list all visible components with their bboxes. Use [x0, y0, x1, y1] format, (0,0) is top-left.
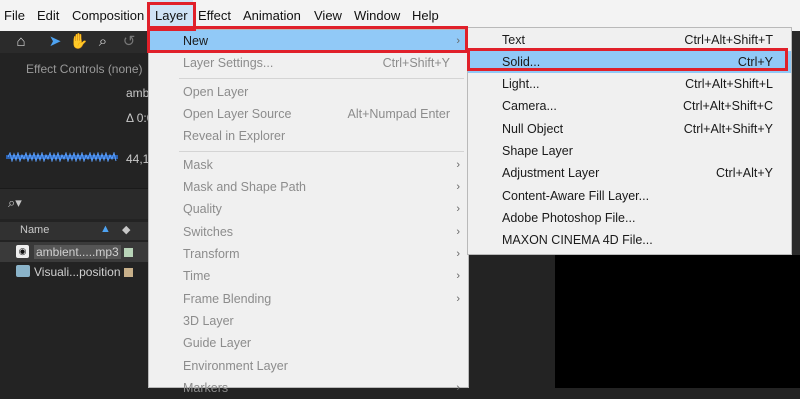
callout-highlight-new-item: [147, 26, 468, 53]
project-search-bar[interactable]: ⌕▾: [0, 188, 148, 219]
submenu-item-cinema-4d-file[interactable]: MAXON CINEMA 4D File...: [468, 229, 791, 251]
menu-item-label: Frame Blending: [183, 292, 272, 306]
menu-item-label: Mask: [183, 158, 213, 172]
menu-item-label: Null Object: [502, 122, 564, 136]
menu-separator: [179, 78, 464, 79]
menu-item-open-layer-source[interactable]: Open Layer Source Alt+Numpad Enter: [149, 103, 468, 125]
home-icon[interactable]: ⌂: [10, 32, 32, 52]
menu-edit[interactable]: Edit: [37, 0, 59, 31]
submenu-item-light[interactable]: Light... Ctrl+Alt+Shift+L: [468, 73, 791, 95]
menu-item-label: Quality: [183, 202, 222, 216]
menu-item-label: Layer Settings...: [183, 56, 274, 70]
menu-composition[interactable]: Composition: [72, 0, 144, 31]
menu-item-label: Adjustment Layer: [502, 166, 600, 180]
chevron-right-icon: ›: [456, 270, 460, 282]
sort-ascending-icon[interactable]: ▲: [100, 223, 111, 235]
menu-item-label: Transform: [183, 247, 240, 261]
zoom-tool-icon[interactable]: ⌕: [92, 32, 114, 52]
menu-item-reveal-in-explorer[interactable]: Reveal in Explorer: [149, 125, 468, 147]
menu-item-label: Time: [183, 269, 211, 283]
chevron-right-icon: ›: [456, 159, 460, 171]
hand-tool-icon[interactable]: ✋: [68, 32, 90, 52]
audio-file-icon: ◉: [16, 245, 29, 258]
menu-item-label: Mask and Shape Path: [183, 180, 306, 194]
effect-controls-tab[interactable]: Effect Controls (none): [26, 62, 143, 76]
selection-tool-icon[interactable]: ➤: [44, 32, 66, 52]
menu-item-quality[interactable]: Quality ›: [149, 198, 468, 220]
chevron-right-icon: ›: [456, 181, 460, 193]
menu-item-label: Adobe Photoshop File...: [502, 211, 636, 225]
menu-item-shortcut: Ctrl+Shift+Y: [382, 56, 450, 70]
menu-item-shortcut: Alt+Numpad Enter: [347, 107, 450, 121]
menu-item-shortcut: Ctrl+Alt+Shift+Y: [683, 122, 773, 136]
menu-item-frame-blending[interactable]: Frame Blending ›: [149, 288, 468, 310]
menu-item-layer-settings[interactable]: Layer Settings... Ctrl+Shift+Y: [149, 52, 468, 74]
menu-item-label: Open Layer: [183, 85, 249, 99]
menu-item-shortcut: Ctrl+Alt+Y: [716, 166, 773, 180]
menu-item-label: Light...: [502, 77, 540, 91]
project-item-name: Visuali...position: [34, 265, 121, 279]
label-color-swatch[interactable]: [124, 248, 133, 257]
project-item-row[interactable]: Visuali...position: [0, 262, 148, 282]
comp-name: amb: [126, 86, 150, 100]
menu-item-label: Markers: [183, 381, 229, 395]
menu-item-shortcut: Ctrl+Alt+Shift+C: [683, 99, 773, 113]
effect-controls-panel: Effect Controls (none) amb Δ 0:0 44,10: [0, 53, 156, 188]
menu-item-3d-layer[interactable]: 3D Layer: [149, 310, 468, 332]
composition-icon: [16, 265, 30, 277]
search-icon[interactable]: ⌕▾: [8, 195, 22, 211]
menu-item-label: Guide Layer: [183, 336, 252, 350]
menu-item-transform[interactable]: Transform ›: [149, 243, 468, 265]
project-item-row[interactable]: ◉ ambient.....mp3: [0, 242, 148, 262]
menu-item-guide-layer[interactable]: Guide Layer: [149, 332, 468, 354]
menu-item-markers[interactable]: Markers ›: [149, 377, 468, 399]
menu-item-label: Camera...: [502, 99, 557, 113]
audio-waveform: [6, 152, 118, 162]
chevron-right-icon: ›: [456, 293, 460, 305]
chevron-right-icon: ›: [456, 248, 460, 260]
menu-item-mask-and-shape-path[interactable]: Mask and Shape Path ›: [149, 176, 468, 198]
menu-separator: [179, 151, 464, 152]
menu-item-shortcut: Ctrl+Alt+Shift+L: [685, 77, 773, 91]
label-tag-icon[interactable]: ◆: [122, 223, 130, 236]
layer-menu: New › Layer Settings... Ctrl+Shift+Y Ope…: [148, 29, 469, 395]
chevron-right-icon: ›: [456, 203, 460, 215]
menu-item-label: Open Layer Source: [183, 107, 292, 121]
tools-panel: ⌂ ➤ ✋ ⌕ ↺: [0, 31, 148, 53]
column-name-label[interactable]: Name: [20, 224, 49, 236]
menu-item-label: Switches: [183, 225, 234, 239]
menu-item-label: Environment Layer: [183, 359, 288, 373]
callout-highlight-solid-item: [467, 48, 788, 71]
menu-item-label: Reveal in Explorer: [183, 129, 286, 143]
chevron-right-icon: ›: [456, 226, 460, 238]
rotate-tool-icon[interactable]: ↺: [118, 32, 140, 52]
submenu-item-content-aware-fill-layer[interactable]: Content-Aware Fill Layer...: [468, 185, 791, 207]
menu-item-mask[interactable]: Mask ›: [149, 154, 468, 176]
composition-viewer: [555, 255, 800, 388]
submenu-item-null-object[interactable]: Null Object Ctrl+Alt+Shift+Y: [468, 118, 791, 140]
menu-item-label: Content-Aware Fill Layer...: [502, 189, 650, 203]
menu-item-label: MAXON CINEMA 4D File...: [502, 233, 653, 247]
project-column-header: Name ▲ ◆: [0, 222, 148, 240]
submenu-item-adjustment-layer[interactable]: Adjustment Layer Ctrl+Alt+Y: [468, 162, 791, 184]
submenu-item-shape-layer[interactable]: Shape Layer: [468, 140, 791, 162]
chevron-right-icon: ›: [456, 382, 460, 394]
submenu-item-camera[interactable]: Camera... Ctrl+Alt+Shift+C: [468, 95, 791, 117]
menu-item-label: 3D Layer: [183, 314, 234, 328]
menu-item-environment-layer[interactable]: Environment Layer: [149, 355, 468, 377]
menu-item-open-layer[interactable]: Open Layer: [149, 81, 468, 103]
menu-item-time[interactable]: Time ›: [149, 265, 468, 287]
project-item-name: ambient.....mp3: [34, 245, 121, 259]
menu-item-switches[interactable]: Switches ›: [149, 221, 468, 243]
menu-item-label: Shape Layer: [502, 144, 573, 158]
submenu-item-photoshop-file[interactable]: Adobe Photoshop File...: [468, 207, 791, 229]
menu-file[interactable]: File: [4, 0, 25, 31]
label-color-swatch[interactable]: [124, 268, 133, 277]
